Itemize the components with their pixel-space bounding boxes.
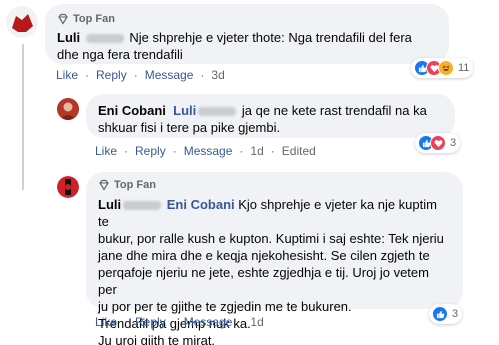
reaction-summary[interactable]: 3 <box>429 304 463 324</box>
comment-line: jane dhe mira dhe e keqja njekohesisht. … <box>98 248 430 263</box>
avatar-image <box>6 6 38 38</box>
redacted-name <box>198 107 237 117</box>
comment-actions: Like · Reply · Message · 1d <box>95 315 264 329</box>
like-button[interactable]: Like <box>95 315 117 329</box>
separator: · <box>239 144 244 158</box>
comment-line: perqafoje njeriu ne jete, eshte zgjedhja… <box>98 265 429 297</box>
thread-connector <box>22 140 24 190</box>
author-name[interactable]: Eni Cobani <box>98 103 166 118</box>
avatar[interactable] <box>6 6 38 38</box>
timestamp[interactable]: 1d <box>250 144 263 158</box>
message-button[interactable]: Message <box>145 68 194 82</box>
comment-bubble: Top Fan Luli Eni Cobani Kjo shprehje e v… <box>86 172 463 345</box>
badge-label: Top Fan <box>73 13 115 25</box>
reaction-count: 3 <box>450 137 457 149</box>
separator: · <box>124 315 129 329</box>
separator: · <box>270 144 275 158</box>
top-fan-badge: Top Fan <box>98 178 451 192</box>
reaction-count: 3 <box>452 308 459 320</box>
comment-line: Luli Eni Cobani Kjo shprehje e vjeter ka… <box>98 196 451 230</box>
redacted-name <box>85 34 124 44</box>
avatar[interactable] <box>57 176 79 198</box>
avatar[interactable] <box>57 98 79 120</box>
message-button[interactable]: Message <box>184 315 233 329</box>
separator: · <box>124 144 129 158</box>
separator: · <box>172 315 177 329</box>
like-button[interactable]: Like <box>56 68 78 82</box>
author-name[interactable]: Luli <box>57 30 80 45</box>
separator: · <box>239 315 244 329</box>
badge-label: Top Fan <box>114 179 156 191</box>
thread-connector <box>22 44 24 144</box>
like-icon <box>432 306 448 322</box>
like-button[interactable]: Like <box>95 144 117 158</box>
redacted-name <box>123 201 162 211</box>
reply-button[interactable]: Reply <box>135 144 166 158</box>
reply-button[interactable]: Reply <box>135 315 166 329</box>
separator: · <box>172 144 177 158</box>
comment-line: ju por per te gjithe te zgjedin me te bu… <box>98 299 352 314</box>
reaction-summary[interactable]: 3 <box>415 133 461 153</box>
edited-label[interactable]: Edited <box>282 144 316 158</box>
separator: · <box>200 68 205 82</box>
mention-link[interactable]: Eni Cobani <box>167 197 235 212</box>
comment-actions: Like · Reply · Message · 3d <box>56 68 225 82</box>
comment-line: bukur, por ralle kush e kupton. Kuptimi … <box>98 231 444 246</box>
avatar-image <box>57 176 79 198</box>
author-name[interactable]: Luli <box>98 197 121 212</box>
separator: · <box>85 68 90 82</box>
reply-button[interactable]: Reply <box>96 68 127 82</box>
separator: · <box>133 68 138 82</box>
timestamp[interactable]: 3d <box>211 68 224 82</box>
diamond-icon <box>58 13 68 25</box>
comment-line: Ju uroj gjith te mirat. <box>98 333 216 345</box>
reaction-summary[interactable]: 11 <box>411 58 474 78</box>
comment-text: Luli Nje shprehje e vjeter thote: Nga tr… <box>57 29 437 63</box>
comment-bubble: Eni Cobani Luli ja qe ne kete rast trend… <box>86 94 455 138</box>
message-button[interactable]: Message <box>184 144 233 158</box>
comment-actions: Like · Reply · Message · 1d · Edited <box>95 144 316 158</box>
mention-link[interactable]: Luli <box>173 103 196 118</box>
top-fan-badge: Top Fan <box>57 12 437 26</box>
love-icon <box>430 135 446 151</box>
comment-text: Eni Cobani Luli ja qe ne kete rast trend… <box>98 102 443 136</box>
timestamp[interactable]: 1d <box>250 315 263 329</box>
haha-icon <box>438 60 454 76</box>
comment-bubble: Top Fan Luli Nje shprehje e vjeter thote… <box>45 4 449 64</box>
diamond-icon <box>99 179 109 191</box>
avatar-image <box>57 98 79 120</box>
reaction-count: 11 <box>458 62 470 74</box>
